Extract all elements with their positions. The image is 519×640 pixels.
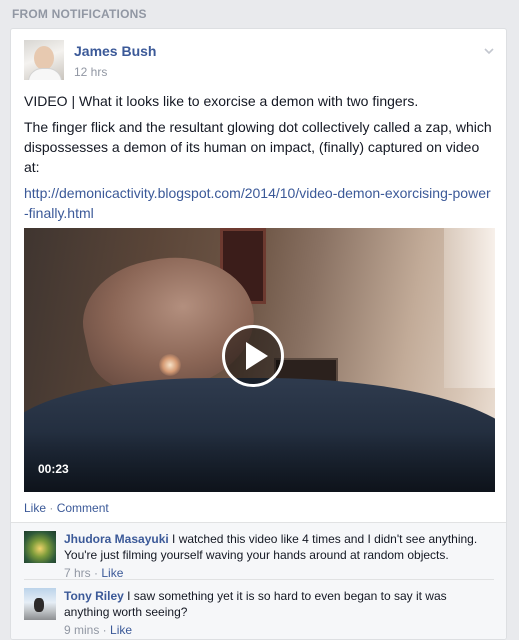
- post-text-body: The finger flick and the resultant glowi…: [24, 119, 492, 175]
- comment-link[interactable]: Comment: [57, 501, 109, 515]
- comment-body: Tony Riley I saw something yet it is so …: [64, 588, 494, 638]
- author-avatar[interactable]: [24, 40, 64, 80]
- commenter-avatar[interactable]: [24, 588, 56, 620]
- comment-like-link[interactable]: Like: [101, 566, 123, 580]
- avatar-face: [34, 46, 54, 70]
- action-separator: ·: [46, 501, 57, 515]
- post-author[interactable]: James Bush: [74, 43, 156, 59]
- comment-divider: [24, 579, 494, 580]
- video-shade: [24, 432, 495, 492]
- comment-time[interactable]: 7 hrs: [64, 566, 91, 580]
- comment-author[interactable]: Tony Riley: [64, 589, 124, 603]
- comment-meta-separator: ·: [90, 566, 102, 580]
- comments-section: Jhudora Masayuki I watched this video li…: [11, 522, 506, 639]
- comment-body: Jhudora Masayuki I watched this video li…: [64, 531, 494, 581]
- play-button[interactable]: [222, 325, 284, 387]
- chevron-down-icon[interactable]: [484, 43, 494, 55]
- commenter-avatar[interactable]: [24, 531, 56, 563]
- video-duration: 00:23: [38, 462, 69, 476]
- comment-meta-separator: ·: [99, 623, 111, 637]
- post-card: James Bush 12 hrs VIDEO | What it looks …: [10, 28, 507, 640]
- video-glow: [159, 354, 181, 376]
- avatar-shirt: [28, 68, 62, 80]
- avatar-figure: [34, 598, 44, 612]
- post-actions: Like · Comment: [24, 501, 109, 515]
- like-link[interactable]: Like: [24, 501, 46, 515]
- comment-like-link[interactable]: Like: [110, 623, 132, 637]
- play-icon: [246, 342, 268, 370]
- section-label: FROM NOTIFICATIONS: [12, 7, 147, 21]
- post-text-headline: VIDEO | What it looks like to exorcise a…: [24, 93, 419, 109]
- comment-meta: 9 mins · Like: [64, 622, 494, 638]
- post-timestamp[interactable]: 12 hrs: [74, 65, 107, 79]
- post-link[interactable]: http://demonicactivity.blogspot.com/2014…: [24, 185, 491, 221]
- video-player[interactable]: 00:23: [24, 228, 495, 492]
- video-door: [444, 228, 495, 388]
- post-text: VIDEO | What it looks like to exorcise a…: [24, 91, 494, 229]
- comment-author[interactable]: Jhudora Masayuki: [64, 532, 169, 546]
- comment-time[interactable]: 9 mins: [64, 623, 99, 637]
